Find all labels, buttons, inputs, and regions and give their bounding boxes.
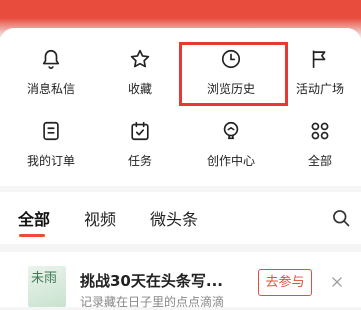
menu-item-orders[interactable]: 我的订单	[6, 120, 96, 180]
menu-item-label: 消息私信	[26, 82, 75, 96]
content-feed: 全部 视频 微头条 未雨 挑战30天在头条写... 记录藏在日子里的点点滴滴 去…	[0, 192, 361, 309]
grid-icon	[311, 122, 329, 140]
promo-thumbnail: 未雨	[28, 266, 66, 307]
flag-icon	[312, 50, 326, 69]
menu-item-creator-center[interactable]: 创作中心	[186, 120, 276, 180]
active-tab-indicator	[19, 234, 45, 237]
promo-subtitle: 记录藏在日子里的点点滴滴	[80, 295, 225, 309]
section-divider	[0, 244, 361, 252]
menu-item-label: 我的订单	[26, 154, 75, 168]
highlight-annotation-box	[179, 42, 288, 106]
menu-item-label: 创作中心	[206, 154, 255, 168]
promo-title: 挑战30天在头条写...	[80, 272, 223, 290]
menu-item-all[interactable]: 全部	[275, 120, 361, 180]
menu-item-label: 任务	[127, 154, 152, 168]
menu-item-label: 收藏	[127, 82, 152, 96]
promo-thumbnail-text: 未雨	[31, 271, 58, 286]
tab-video[interactable]: 视频	[84, 206, 116, 230]
menu-item-tasks[interactable]: 任务	[95, 120, 185, 180]
tab-micro-posts[interactable]: 微头条	[150, 206, 198, 230]
calendar-check-icon	[131, 121, 149, 141]
challenge-promo-card[interactable]: 未雨 挑战30天在头条写... 记录藏在日子里的点点滴滴 去参与	[18, 262, 348, 309]
tab-all[interactable]: 全部	[18, 206, 50, 230]
star-icon	[130, 49, 150, 68]
join-button[interactable]: 去参与	[258, 269, 312, 296]
close-icon[interactable]	[330, 275, 344, 289]
order-icon	[43, 121, 59, 141]
bulb-icon	[223, 121, 239, 140]
menu-item-label: 全部	[307, 154, 332, 168]
bell-icon	[42, 49, 60, 69]
menu-item-messages[interactable]: 消息私信	[6, 48, 96, 108]
search-icon[interactable]	[331, 208, 351, 228]
menu-item-favorites[interactable]: 收藏	[95, 48, 185, 108]
